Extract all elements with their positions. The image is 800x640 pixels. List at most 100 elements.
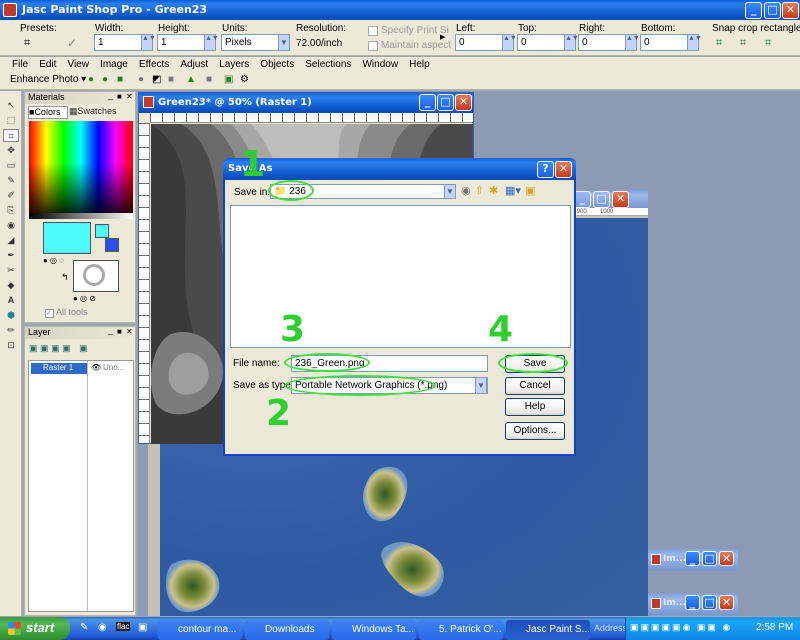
layer-properties-icon[interactable]: ▣ <box>79 343 88 353</box>
bottom-spinner[interactable]: ▲▼ <box>687 34 702 51</box>
right-field[interactable]: 0 <box>578 34 626 51</box>
left-spinner[interactable]: ▲▼ <box>502 34 517 51</box>
menu-layers[interactable]: Layers <box>219 59 249 70</box>
image-min-button[interactable]: _ <box>419 94 436 111</box>
tray-icons[interactable]: ▣▣▣▣▣◉ ▣▣ ◉ <box>630 622 732 633</box>
eraser-tool-icon[interactable]: ◢ <box>3 234 19 247</box>
menu-window[interactable]: Window <box>362 59 398 70</box>
delete-layer-icon[interactable]: ▣ <box>62 343 71 353</box>
new-raster-icon[interactable]: ▣ <box>40 343 49 353</box>
menu-help[interactable]: Help <box>409 59 430 70</box>
height-spinner[interactable]: ▲▼ <box>204 34 219 51</box>
height-field[interactable]: 1 <box>157 34 205 51</box>
mini-1-close-button[interactable]: ✕ <box>719 551 734 566</box>
maximize-button[interactable]: □ <box>764 2 781 19</box>
maintain-aspect-checkbox[interactable] <box>368 41 378 51</box>
small-foreground-swatch[interactable] <box>95 224 109 238</box>
quicklaunch-icon-2[interactable]: ◉ <box>98 622 107 633</box>
save-type-dropdown-icon[interactable]: ▼ <box>475 377 487 394</box>
crop-tool-icon[interactable]: ⌗ <box>3 129 19 142</box>
triangle-tool-icon[interactable]: ▲ <box>186 74 196 85</box>
brush-tool-icon[interactable]: ✐ <box>3 189 19 202</box>
materials-min-icon[interactable]: _ <box>108 90 113 100</box>
specify-print-checkbox[interactable] <box>368 26 378 36</box>
quicklaunch-icon-3[interactable]: flac <box>116 622 131 631</box>
quicklaunch-icon-4[interactable]: ▣ <box>138 622 147 633</box>
bg-style-buttons[interactable]: ● ◎ ⊘ <box>73 294 119 306</box>
color-spectrum[interactable] <box>29 121 133 213</box>
image-close-button[interactable]: ✕ <box>455 94 472 111</box>
mini-1-restore-button[interactable]: _ <box>685 551 700 566</box>
options-button[interactable]: Options... <box>505 422 565 440</box>
cancel-button[interactable]: Cancel <box>505 377 565 395</box>
task-jasc-paint-shop[interactable]: Jasc Paint S... <box>506 620 590 640</box>
layers-close-icon[interactable]: ✕ <box>126 327 133 336</box>
new-layer-icon[interactable]: ▣ <box>29 343 38 353</box>
menu-objects[interactable]: Objects <box>260 59 294 70</box>
materials-close-icon[interactable]: ✕ <box>126 92 133 101</box>
snap-selection-icon[interactable]: ⌗ <box>765 37 771 50</box>
crop-preset-icon[interactable]: ⌗ <box>24 37 30 50</box>
minimized-window-2[interactable]: Im... _ □ ✕ <box>648 593 738 615</box>
width-field[interactable]: 1 <box>94 34 142 51</box>
materials-max-icon[interactable]: ■ <box>117 92 122 101</box>
right-spinner[interactable]: ▲▼ <box>625 34 640 51</box>
all-tools-checkbox[interactable]: ✓ <box>45 309 54 318</box>
pen-tool-icon[interactable]: ✏ <box>3 324 19 337</box>
picture-icon[interactable]: ▣ <box>224 74 233 85</box>
swap-colors-icon[interactable]: ↰ <box>61 272 69 283</box>
quicklaunch-icon-1[interactable]: ✎ <box>80 622 88 633</box>
layer-visibility-icon[interactable]: 👁 <box>91 363 101 372</box>
task-windows-task[interactable]: Windows Ta... <box>332 620 416 640</box>
pointer-tool-icon[interactable]: ↖ <box>3 99 19 112</box>
view-menu-icon[interactable]: ▦▾ <box>505 184 521 197</box>
retouch-tool-icon[interactable]: ◉ <box>3 219 19 232</box>
ocean-max-button[interactable]: □ <box>593 191 610 208</box>
preview-icon[interactable]: ▣ <box>525 184 535 197</box>
menu-view[interactable]: View <box>67 59 89 70</box>
sharpen-icon[interactable]: ● <box>138 74 144 85</box>
layers-min-icon[interactable]: _ <box>108 325 113 335</box>
up-folder-icon[interactable]: ⇧ <box>475 184 484 197</box>
grayscale-strip[interactable] <box>29 213 133 219</box>
left-field[interactable]: 0 <box>455 34 503 51</box>
back-icon[interactable]: ◉ <box>461 184 471 197</box>
shape-tool-icon[interactable]: ▭ <box>3 159 19 172</box>
top-spinner[interactable]: ▲▼ <box>564 34 579 51</box>
task-patrick[interactable]: 5. Patrick O'... <box>419 620 503 640</box>
image-max-button[interactable]: □ <box>437 94 454 111</box>
apply-check-icon[interactable]: ✓ <box>67 36 77 50</box>
units-select[interactable]: Pixels <box>221 34 279 51</box>
dialog-close-button[interactable]: ✕ <box>555 161 572 178</box>
tab-swatches[interactable]: ▦Swatches <box>69 106 133 119</box>
menu-effects[interactable]: Effects <box>139 59 169 70</box>
more-options-arrow-icon[interactable]: ▶ <box>440 33 445 41</box>
menu-adjust[interactable]: Adjust <box>180 59 208 70</box>
help-button[interactable]: Help <box>505 398 565 416</box>
duplicate-layer-icon[interactable]: ▣ <box>51 343 60 353</box>
mini-2-restore-button[interactable]: _ <box>685 595 700 610</box>
bottom-field[interactable]: 0 <box>640 34 688 51</box>
top-field[interactable]: 0 <box>517 34 565 51</box>
task-downloads[interactable]: Downloads <box>245 620 329 640</box>
mini-2-close-button[interactable]: ✕ <box>719 595 734 610</box>
menu-selections[interactable]: Selections <box>305 59 351 70</box>
tab-colors[interactable]: ■Colors <box>28 106 68 119</box>
dialog-help-button[interactable]: ? <box>537 161 554 178</box>
one-step-fix-icon[interactable]: ● <box>88 74 94 85</box>
menu-edit[interactable]: Edit <box>39 59 56 70</box>
monitor-icon[interactable]: ■ <box>168 74 174 85</box>
photo-icon[interactable]: ■ <box>117 74 123 85</box>
close-button[interactable]: ✕ <box>782 2 799 19</box>
minimize-button[interactable]: _ <box>745 2 762 19</box>
color-replacer-icon[interactable]: ✒ <box>3 249 19 262</box>
menu-image[interactable]: Image <box>100 59 128 70</box>
fill-tool-icon[interactable]: ◆ <box>3 279 19 292</box>
units-dropdown-icon[interactable]: ▼ <box>278 34 290 51</box>
selection-tool-icon[interactable]: ⬚ <box>3 114 19 127</box>
contrast-icon[interactable]: ◩ <box>152 74 161 85</box>
minimized-window-1[interactable]: Im... _ □ ✕ <box>648 549 738 571</box>
enhance-photo-dropdown[interactable]: Enhance Photo ▾ <box>10 74 86 85</box>
color-balance-icon[interactable]: ● <box>102 74 108 85</box>
text-tool-icon[interactable]: A <box>3 294 19 307</box>
